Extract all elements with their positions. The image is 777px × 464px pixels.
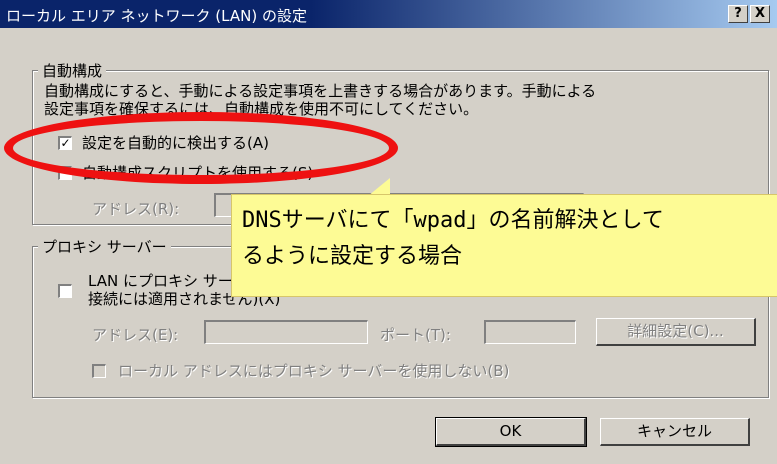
- ok-button[interactable]: OK: [435, 417, 587, 447]
- advanced-button[interactable]: 詳細設定(C)...: [596, 318, 756, 346]
- close-button[interactable]: X: [750, 5, 770, 23]
- proxy-address-label: アドレス(E):: [92, 326, 179, 344]
- proxy-legend: プロキシ サーバー: [38, 236, 171, 257]
- window-title: ローカル エリア ネットワーク (LAN) の設定: [6, 7, 307, 25]
- proxy-port-label: ポート(T):: [380, 326, 451, 344]
- script-address-label: アドレス(R):: [92, 200, 180, 218]
- callout-line-1: DNSサーバにて「wpad」の名前解決として: [242, 208, 664, 233]
- annotation-callout: DNSサーバにて「wpad」の名前解決として るように設定する場合: [231, 194, 777, 297]
- use-proxy-checkbox[interactable]: [58, 284, 72, 298]
- callout-line-2: るように設定する場合: [242, 244, 463, 269]
- cancel-button[interactable]: キャンセル: [600, 418, 750, 446]
- bypass-local-label[interactable]: ローカル アドレスにはプロキシ サーバーを使用しない(B): [118, 360, 509, 381]
- title-bar: ローカル エリア ネットワーク (LAN) の設定 ? X: [0, 0, 777, 28]
- help-button[interactable]: ?: [728, 5, 748, 23]
- auto-config-legend: 自動構成: [38, 60, 107, 81]
- bypass-local-checkbox[interactable]: [92, 364, 106, 378]
- proxy-port-field[interactable]: [484, 320, 576, 344]
- proxy-address-field[interactable]: [204, 320, 368, 344]
- highlight-ellipse: [4, 112, 398, 184]
